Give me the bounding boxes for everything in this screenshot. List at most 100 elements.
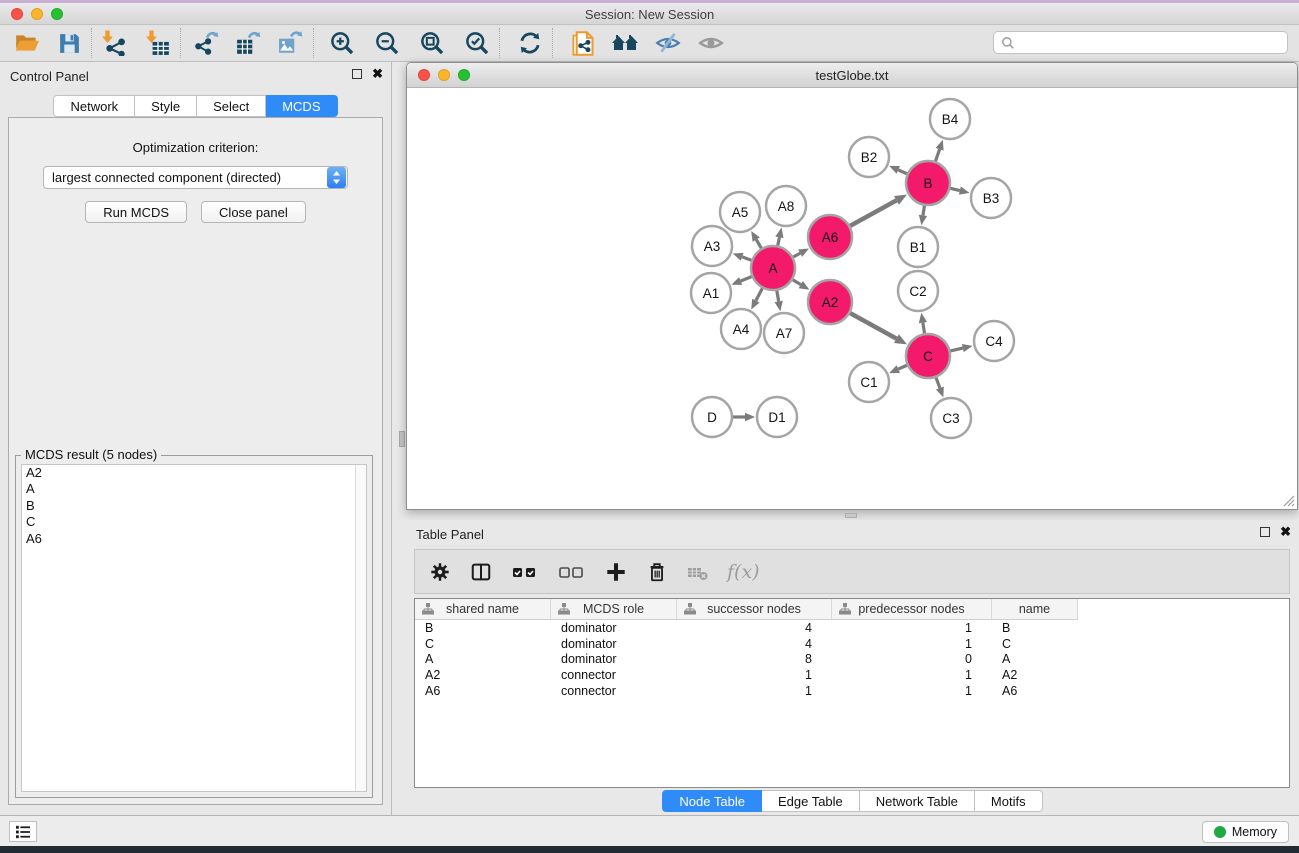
zoom-fit-icon[interactable] [418,29,446,57]
delete-table-icon[interactable] [686,560,710,584]
show-eye-icon[interactable] [697,29,725,57]
table-tab-node-table[interactable]: Node Table [662,790,762,812]
table-cell[interactable]: C [415,637,551,651]
node-A7[interactable]: A7 [764,313,804,353]
table-cell[interactable]: 8 [677,652,832,666]
table-cell[interactable]: connector [551,684,677,698]
table-tab-edge-table[interactable]: Edge Table [762,790,860,812]
table-cell[interactable]: 1 [832,637,992,651]
edge-C-C1[interactable] [889,365,907,373]
edge-A-A5[interactable] [751,231,761,248]
edge-A2-C[interactable] [850,313,907,344]
deselect-all-icon[interactable] [557,560,587,584]
float-table-panel-icon[interactable] [1260,527,1270,537]
table-cell[interactable]: dominator [551,637,677,651]
node-A4[interactable]: A4 [721,309,761,349]
table-cell[interactable]: B [992,621,1078,635]
float-panel-icon[interactable] [352,69,362,79]
edge-A-A6[interactable] [793,248,809,257]
tab-network[interactable]: Network [53,95,135,117]
hide-eye-icon[interactable] [654,29,682,57]
zoom-in-icon[interactable] [328,29,356,57]
table-cell[interactable]: 1 [677,684,832,698]
table-cell[interactable]: dominator [551,621,677,635]
memory-button[interactable]: Memory [1202,821,1289,843]
export-image-icon[interactable] [277,29,305,57]
edge-A-A7[interactable] [775,291,783,312]
search-field[interactable] [993,31,1288,54]
close-table-panel-icon[interactable]: ✖ [1280,527,1291,537]
table-cell[interactable]: A6 [992,684,1078,698]
refresh-layout-icon[interactable] [516,29,544,57]
node-B4[interactable]: B4 [930,99,970,139]
table-cell[interactable]: A6 [415,684,551,698]
node-B2[interactable]: B2 [849,137,889,177]
mcds-result-item[interactable]: A [22,481,366,497]
table-cell[interactable]: 0 [832,652,992,666]
tab-mcds[interactable]: MCDS [266,95,337,117]
node-D[interactable]: D [692,397,732,437]
show-columns-icon[interactable] [469,560,493,584]
tab-select[interactable]: Select [197,95,266,117]
show-panels-list-button[interactable] [9,821,37,842]
edge-B-B3[interactable] [950,187,969,195]
mcds-result-item[interactable]: A6 [22,531,366,547]
column-header-shared-name[interactable]: shared name [415,599,551,620]
node-C[interactable]: C [906,334,950,378]
zoom-out-icon[interactable] [373,29,401,57]
table-row[interactable]: A2connector11A2 [415,667,1289,683]
add-column-icon[interactable] [604,560,628,584]
edge-B-B2[interactable] [889,166,907,174]
table-cell[interactable]: 4 [677,637,832,651]
network-window-titlebar[interactable]: testGlobe.txt [407,63,1297,88]
node-C3[interactable]: C3 [931,398,971,438]
node-C4[interactable]: C4 [974,321,1014,361]
column-header-predecessor-nodes[interactable]: predecessor nodes [832,599,992,620]
import-network-icon[interactable] [100,29,128,57]
edge-A6-B[interactable] [850,195,907,226]
optimization-criterion-select[interactable]: largest connected component (directed) [43,166,348,189]
mcds-result-list[interactable]: A2ABCA6 [21,464,367,792]
zoom-selected-icon[interactable] [463,29,491,57]
function-builder-icon[interactable]: f(x) [727,561,760,583]
export-table-icon[interactable] [235,29,263,57]
table-tab-motifs[interactable]: Motifs [975,790,1043,812]
table-cell[interactable]: 1 [677,668,832,682]
save-session-icon[interactable] [55,29,83,57]
edge-C-C4[interactable] [950,344,972,352]
node-D1[interactable]: D1 [757,397,797,437]
resize-grip-icon[interactable] [1283,495,1295,507]
settings-gear-icon[interactable] [428,560,452,584]
node-A3[interactable]: A3 [692,226,732,266]
table-cell[interactable]: 1 [832,668,992,682]
node-A6[interactable]: A6 [808,215,852,259]
table-cell[interactable]: connector [551,668,677,682]
close-panel-button[interactable]: Close panel [201,201,306,223]
search-input[interactable] [1020,36,1287,50]
table-cell[interactable]: A [415,652,551,666]
column-header-successor-nodes[interactable]: successor nodes [677,599,832,620]
table-cell[interactable]: 1 [832,621,992,635]
edge-C-C3[interactable] [936,378,944,398]
table-row[interactable]: Bdominator41B [415,620,1289,636]
edge-C-C2[interactable] [919,313,927,334]
delete-column-icon[interactable] [645,560,669,584]
table-cell[interactable]: 4 [677,621,832,635]
table-cell[interactable]: B [415,621,551,635]
panel-divider-handle[interactable] [399,431,405,447]
node-C1[interactable]: C1 [849,362,889,402]
column-header-MCDS-role[interactable]: MCDS role [551,599,677,620]
open-file-icon[interactable] [13,29,41,57]
node-B[interactable]: B [906,161,950,205]
select-all-icon[interactable] [510,560,540,584]
home-icon[interactable] [611,29,639,57]
column-header-name[interactable]: name [992,599,1078,620]
table-cell[interactable]: C [992,637,1078,651]
network-canvas[interactable]: B4B2BB3A5A8A6A3AB1A1C2A2A4A7CC4C1C3DD1 [407,88,1297,509]
node-A2[interactable]: A2 [808,280,852,324]
import-table-icon[interactable] [144,29,172,57]
table-row[interactable]: A6connector11A6 [415,683,1289,699]
table-row[interactable]: Cdominator41C [415,636,1289,652]
export-network-icon[interactable] [193,29,221,57]
node-A1[interactable]: A1 [691,273,731,313]
